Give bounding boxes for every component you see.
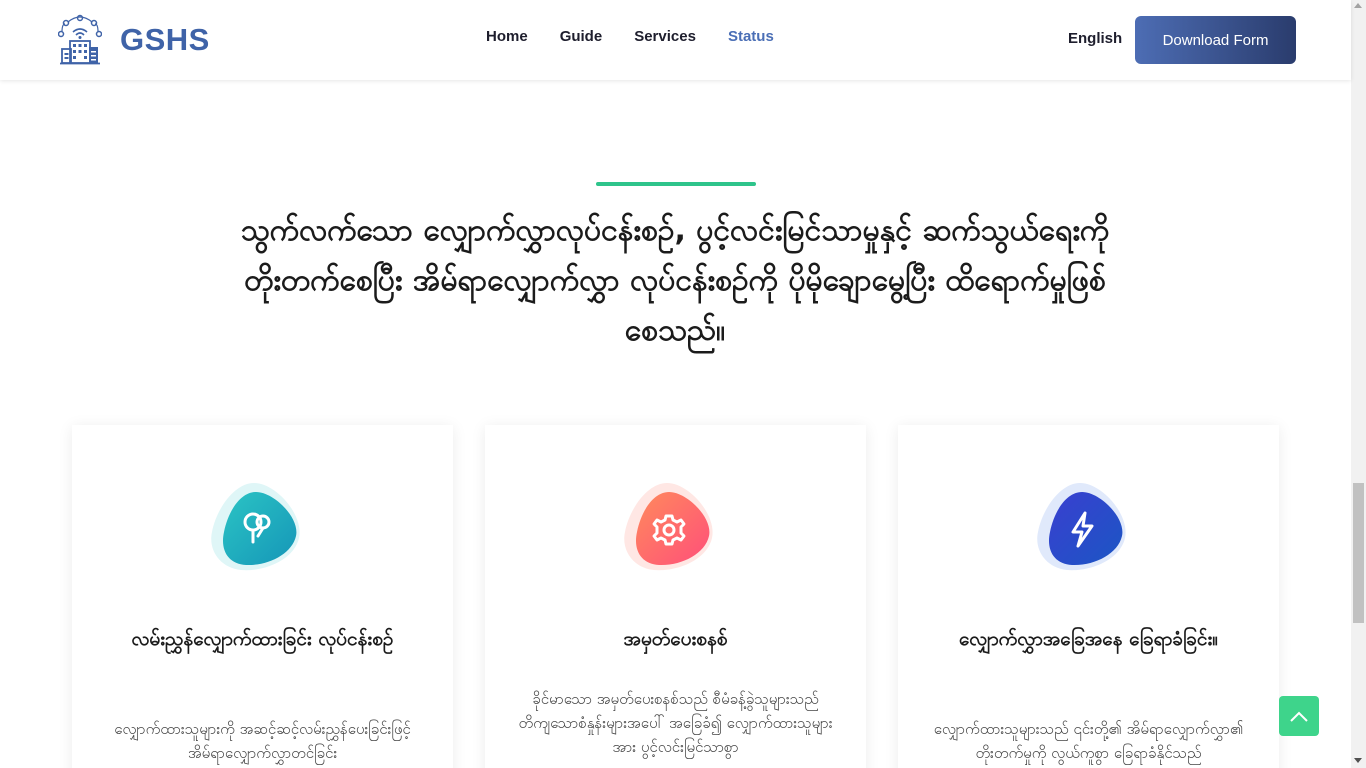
feature-card-desc: လျှောက်ထားသူများသည် ၎င်းတို့၏ အိမ်ရာလျှေ… <box>933 720 1244 762</box>
hero-headline: သွက်လက်သော လျှောက်လွှာလုပ်ငန်းစဉ်, ပွင့်… <box>200 206 1150 356</box>
feature-card-title: အမှတ်ပေးစနစ် <box>623 628 728 650</box>
brand-name: GSHS <box>120 22 210 57</box>
language-switcher[interactable]: English <box>1068 30 1122 47</box>
download-form-button[interactable]: Download Form <box>1135 16 1296 64</box>
feature-card-tracking: လျှောက်လွှာအခြေအနေ ခြေရာခံခြင်း။ လျှောက်… <box>898 425 1279 768</box>
scrollbar-thumb[interactable] <box>1353 483 1364 623</box>
guide-icon <box>211 483 300 571</box>
nav-home[interactable]: Home <box>486 28 528 45</box>
building-network-icon <box>58 14 102 65</box>
feature-card-guide: လမ်းညွှန်လျှောက်ထားခြင်း လုပ်ငန်းစဉ် လျှ… <box>72 425 453 768</box>
chevron-up-icon <box>1290 711 1308 722</box>
site-header: GSHS Home Guide Services Status English … <box>0 0 1351 80</box>
gear-icon <box>624 483 713 571</box>
page: GSHS Home Guide Services Status English … <box>0 0 1366 768</box>
nav-services[interactable]: Services <box>634 28 696 45</box>
logo[interactable]: GSHS <box>58 14 210 66</box>
main-nav: Home Guide Services Status <box>486 28 806 45</box>
page-scrollbar[interactable] <box>1351 0 1366 768</box>
feature-card-scoring: အမှတ်ပေးစနစ် ခိုင်မာသော အမှတ်ပေးစနစ်သည် … <box>485 425 866 768</box>
feature-card-title: လျှောက်လွှာအခြေအနေ ခြေရာခံခြင်း။ <box>958 628 1219 650</box>
back-to-top-button[interactable] <box>1279 696 1319 736</box>
feature-card-title: လမ်းညွှန်လျှောက်ထားခြင်း လုပ်ငန်းစဉ် <box>131 628 394 650</box>
scroll-down-arrow-icon[interactable] <box>1354 758 1362 763</box>
feature-card-desc: လျှောက်ထားသူများကို အဆင့်ဆင့်လမ်းညွှန်ပေ… <box>114 720 411 762</box>
feature-card-desc: ခိုင်မာသော အမှတ်ပေးစနစ်သည် စီမံခန့်ခွဲသူ… <box>518 690 833 756</box>
hero-headline-bold: သွက်လက်သော လျှောက်လွှာလုပ်ငန်းစဉ်, <box>240 213 686 248</box>
section-accent-line <box>596 182 756 186</box>
scroll-up-arrow-icon[interactable] <box>1354 3 1362 8</box>
nav-guide[interactable]: Guide <box>560 28 603 45</box>
nav-status[interactable]: Status <box>728 28 774 45</box>
lightning-icon <box>1037 483 1126 571</box>
